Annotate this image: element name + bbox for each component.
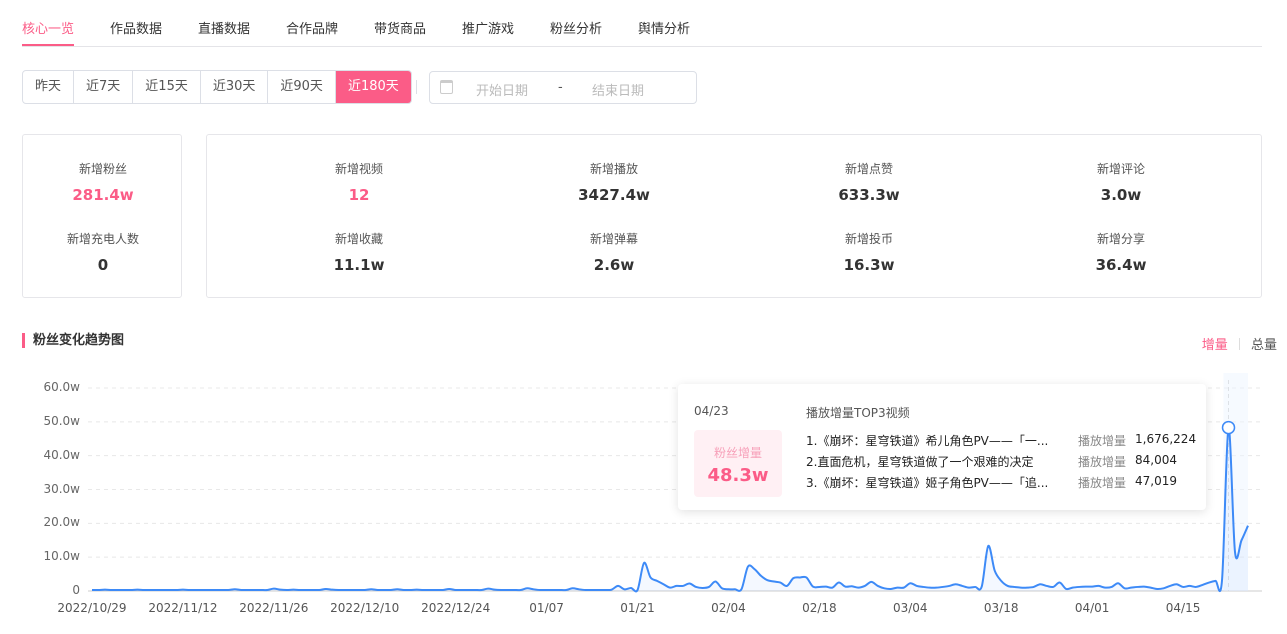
play-value: 47,019 (1135, 474, 1177, 488)
fan-increment-label: 粉丝增量 (713, 446, 762, 460)
video-title[interactable]: 3.《崩坏：星穹铁道》姬子角色PV——「追... (806, 474, 1056, 491)
fan-increment-value: 48.3w (707, 465, 769, 486)
video-title[interactable]: 1.《崩坏：星穹铁道》希儿角色PV——「一... (806, 432, 1056, 449)
play-value: 1,676,224 (1135, 432, 1197, 446)
play-label: 播放增量 (1078, 476, 1127, 490)
highlight-point[interactable] (1221, 420, 1236, 435)
chart-tooltip: 04/23 播放增量TOP3视频 粉丝增量 48.3w 1.《崩坏：星穹铁道》希… (678, 384, 1206, 510)
play-label: 播放增量 (1078, 434, 1127, 448)
play-label: 播放增量 (1078, 455, 1127, 469)
play-value: 84,004 (1135, 453, 1177, 467)
tooltip-header: 播放增量TOP3视频 (806, 406, 910, 420)
chart-svg (88, 373, 1262, 593)
fan-increment-box: 粉丝增量 48.3w (694, 430, 782, 497)
tooltip-date: 04/23 (694, 404, 729, 418)
video-title[interactable]: 2.直面危机，星穹铁道做了一个艰难的决定 (806, 453, 1056, 470)
